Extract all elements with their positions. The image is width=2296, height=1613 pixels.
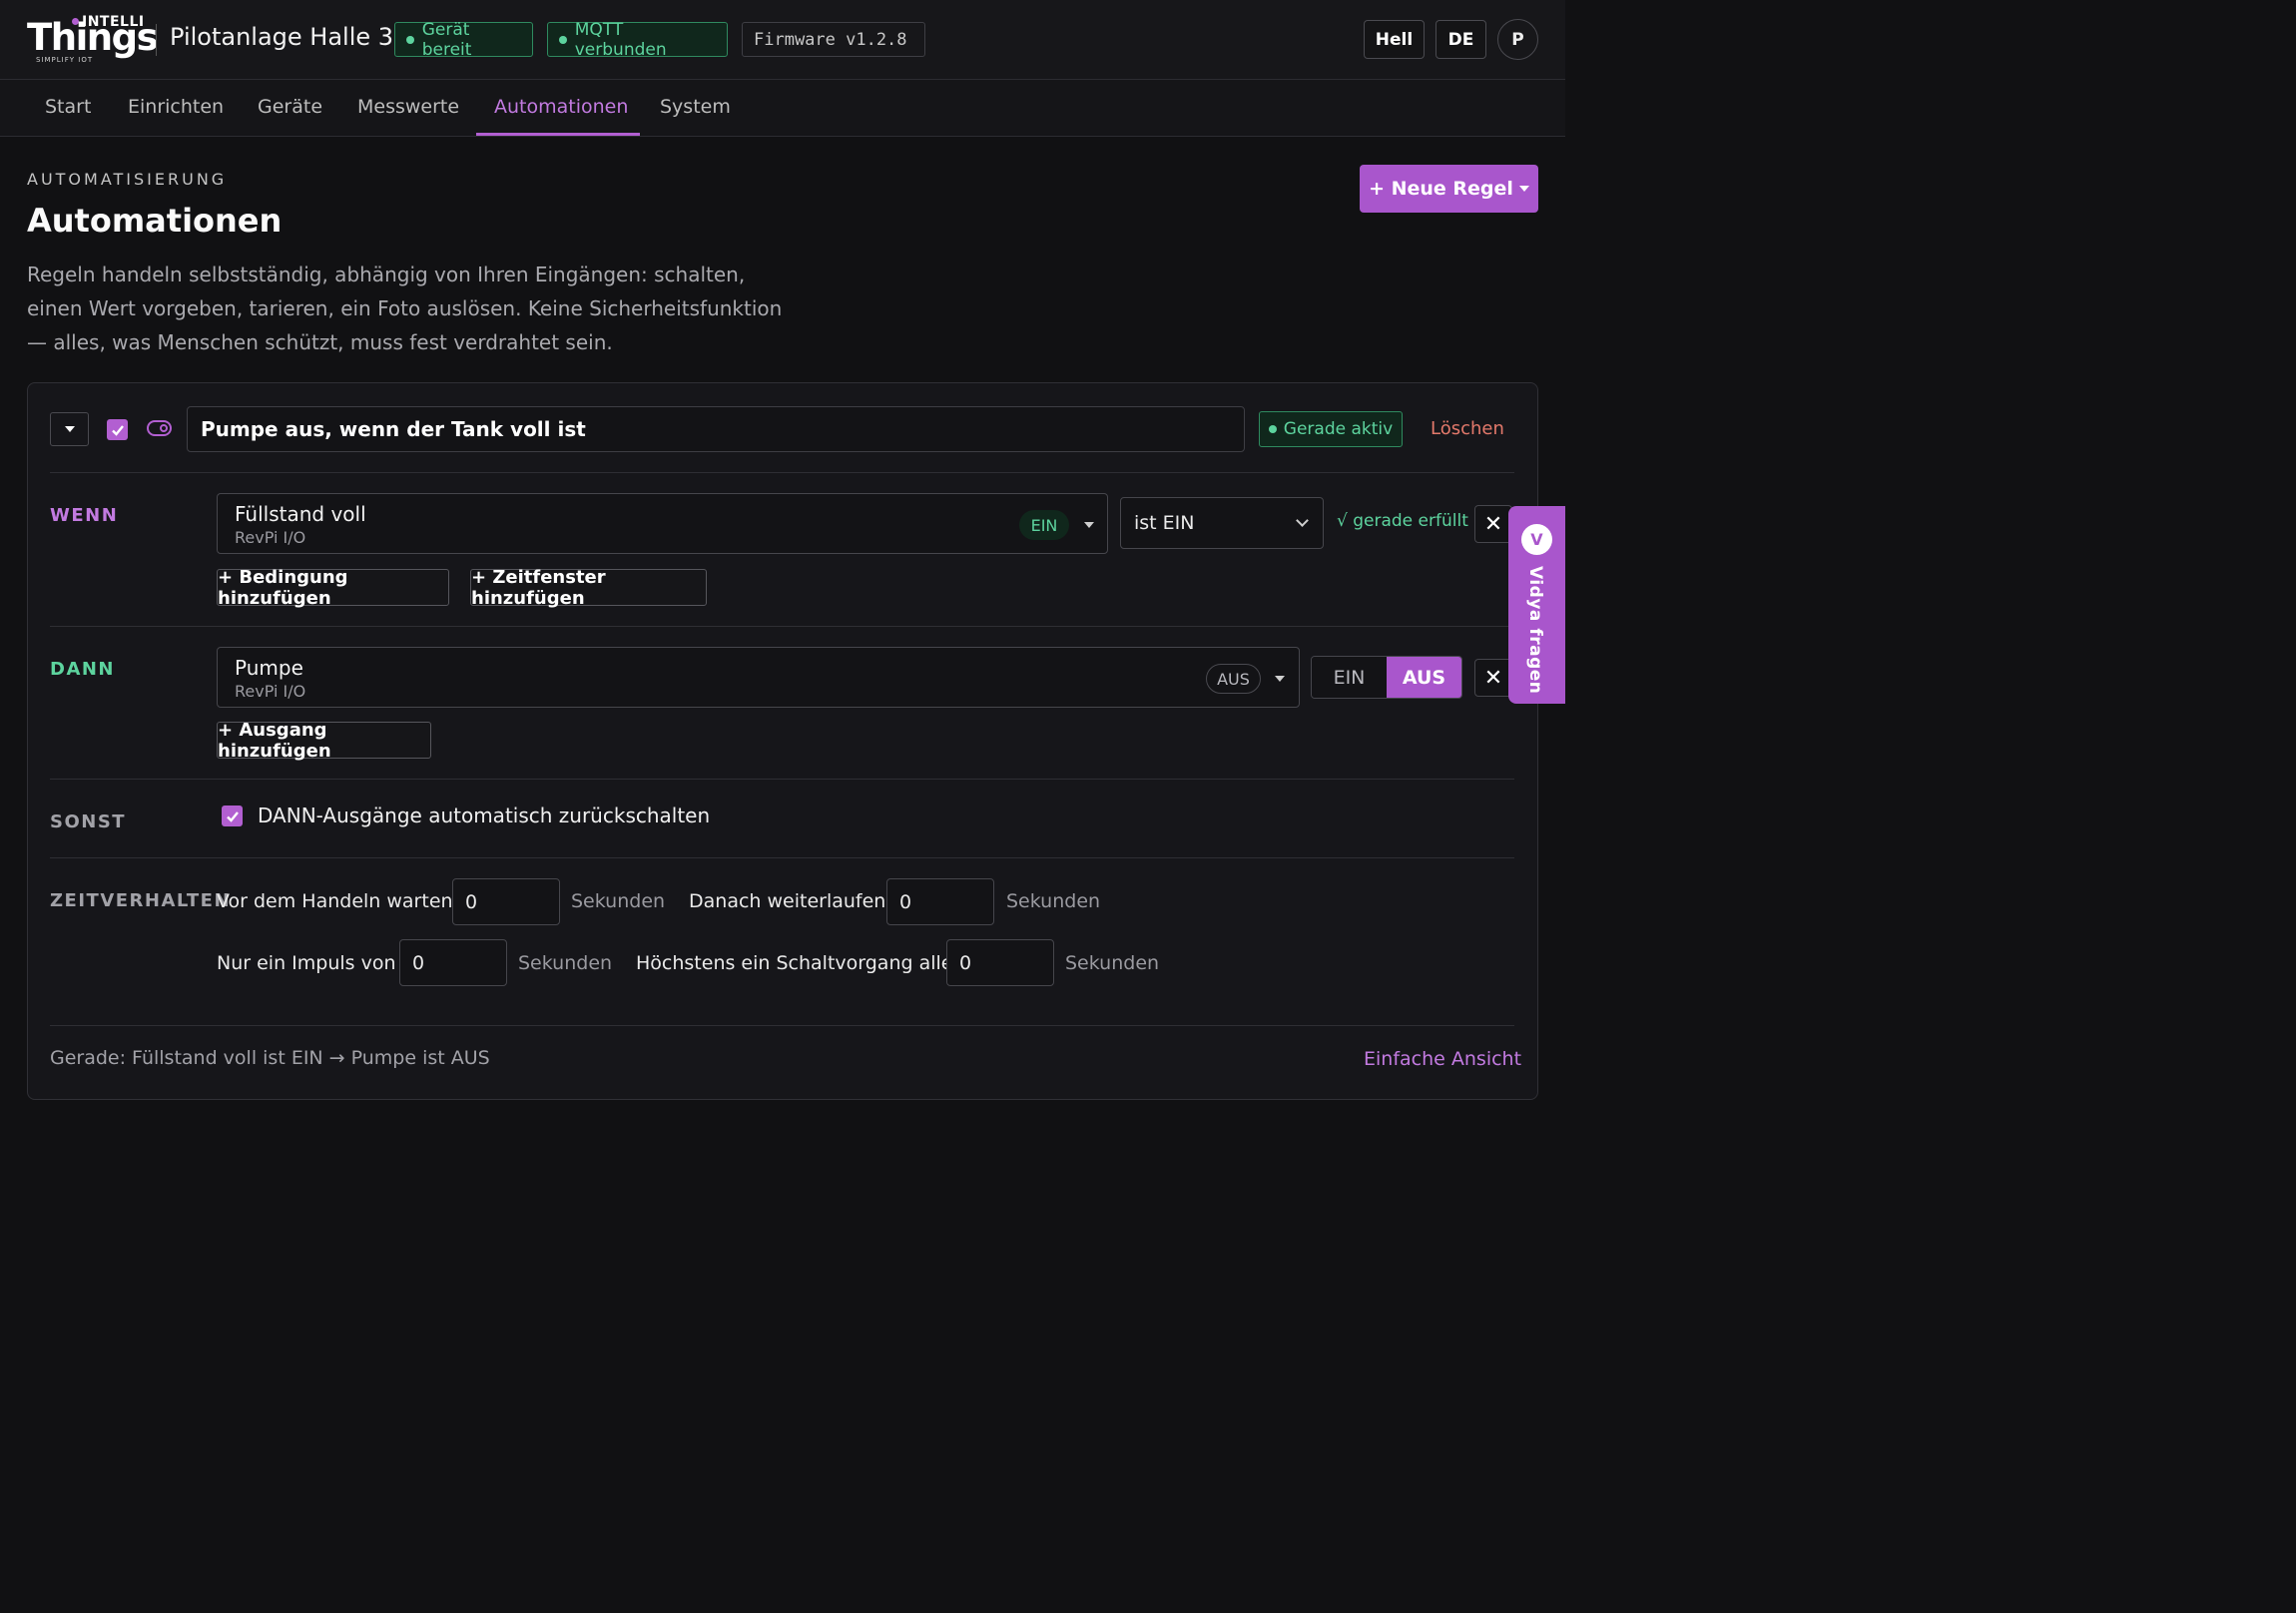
then-label: DANN bbox=[50, 659, 116, 680]
remove-condition-button[interactable]: ✕ bbox=[1474, 505, 1512, 543]
action-option-off[interactable]: AUS bbox=[1387, 657, 1461, 698]
check-icon bbox=[226, 810, 239, 822]
device-status-label: Gerät bereit bbox=[421, 19, 472, 60]
add-timewindow-button[interactable]: + Zeitfenster hinzufügen bbox=[470, 567, 707, 609]
condition-fulfilled-text: √ gerade erfüllt bbox=[1337, 511, 1468, 531]
pulse-input[interactable]: 0 bbox=[399, 939, 507, 986]
action-output-source: RevPi I/O bbox=[235, 682, 306, 701]
action-output-select[interactable]: Pumpe RevPi I/O AUS bbox=[217, 647, 1300, 708]
pulse-unit: Sekunden bbox=[518, 952, 613, 974]
chevron-down-icon bbox=[1518, 186, 1529, 192]
simple-view-link[interactable]: Einfache Ansicht bbox=[1364, 1048, 1521, 1070]
auto-reset-label: DANN-Ausgänge automatisch zurückschalten bbox=[258, 804, 711, 827]
wait-label: Vor dem Handeln warten bbox=[217, 890, 453, 912]
tab-geraete[interactable]: Geräte bbox=[258, 96, 322, 118]
auto-reset-checkbox[interactable] bbox=[222, 806, 243, 826]
action-state-segmented-control: EIN AUS bbox=[1311, 656, 1462, 699]
chevron-down-icon bbox=[1296, 514, 1309, 527]
language-button[interactable]: DE bbox=[1435, 20, 1486, 59]
user-avatar[interactable]: P bbox=[1497, 19, 1538, 60]
header-divider bbox=[156, 24, 157, 56]
rule-name-input[interactable]: Pumpe aus, wenn der Tank voll ist bbox=[187, 406, 1245, 452]
run-on-unit: Sekunden bbox=[1006, 890, 1101, 912]
condition-operator-select[interactable]: ist EIN bbox=[1120, 497, 1324, 549]
rule-enabled-toggle[interactable] bbox=[147, 420, 172, 436]
check-icon bbox=[111, 424, 124, 436]
theme-toggle-button[interactable]: Hell bbox=[1364, 20, 1425, 59]
main-nav: Start Einrichten Geräte Messwerte Automa… bbox=[0, 80, 1565, 137]
assistant-avatar-icon: V bbox=[1521, 524, 1552, 555]
wait-input[interactable]: 0 bbox=[452, 878, 560, 925]
tab-start[interactable]: Start bbox=[45, 96, 91, 118]
rule-status-label: Gerade aktiv bbox=[1283, 419, 1394, 439]
chevron-down-icon bbox=[1084, 522, 1094, 528]
logo-tagline: SIMPLIFY IOT bbox=[36, 56, 94, 64]
action-output-name: Pumpe bbox=[235, 656, 303, 680]
chevron-down-icon bbox=[64, 426, 75, 432]
rule-select-checkbox[interactable] bbox=[107, 419, 128, 440]
condition-operator-value: ist EIN bbox=[1134, 512, 1195, 534]
assistant-label: Vidya fragen bbox=[1525, 566, 1545, 695]
site-title: Pilotanlage Halle 3 bbox=[170, 23, 394, 51]
max-rate-input[interactable]: 0 bbox=[946, 939, 1054, 986]
condition-input-name: Füllstand voll bbox=[235, 502, 366, 526]
top-bar: INTELLI Things SIMPLIFY IOT Pilotanlage … bbox=[0, 0, 1565, 80]
condition-input-select[interactable]: Füllstand voll RevPi I/O EIN bbox=[217, 493, 1108, 554]
page-intro: Regeln handeln selbstständig, abhängig v… bbox=[27, 263, 783, 354]
status-dot-icon bbox=[559, 35, 567, 44]
remove-action-button[interactable]: ✕ bbox=[1474, 659, 1512, 697]
else-label: SONST bbox=[50, 811, 127, 832]
pulse-label: Nur ein Impuls von bbox=[217, 952, 396, 974]
run-on-input[interactable]: 0 bbox=[886, 878, 994, 925]
page-title: Automationen bbox=[27, 202, 283, 240]
wait-unit: Sekunden bbox=[571, 890, 666, 912]
divider bbox=[50, 857, 1514, 858]
tab-system[interactable]: System bbox=[660, 96, 731, 118]
condition-state-chip: EIN bbox=[1019, 510, 1069, 540]
action-option-on[interactable]: EIN bbox=[1312, 657, 1387, 698]
status-dot-icon bbox=[1268, 425, 1277, 433]
add-output-button[interactable]: + Ausgang hinzufügen bbox=[217, 720, 431, 762]
firmware-badge: Firmware v1.2.8 bbox=[742, 22, 925, 57]
divider bbox=[50, 472, 1514, 473]
device-status-badge: Gerät bereit bbox=[394, 19, 533, 60]
close-icon: ✕ bbox=[1483, 511, 1503, 537]
mqtt-status-label: MQTT verbunden bbox=[574, 19, 667, 60]
when-label: WENN bbox=[50, 505, 119, 526]
tab-messwerte[interactable]: Messwerte bbox=[357, 96, 459, 118]
new-rule-label: + Neue Regel bbox=[1369, 178, 1513, 200]
timing-label: ZEITVERHALTEN bbox=[50, 890, 232, 911]
run-on-label: Danach weiterlaufen bbox=[689, 890, 886, 912]
max-rate-label: Höchstens ein Schaltvorgang alle bbox=[636, 952, 953, 974]
rule-status-badge: Gerade aktiv bbox=[1259, 411, 1403, 447]
divider bbox=[50, 779, 1514, 780]
chevron-down-icon bbox=[1275, 676, 1285, 682]
new-rule-button[interactable]: + Neue Regel bbox=[1360, 165, 1538, 213]
action-state-chip: AUS bbox=[1206, 664, 1261, 694]
status-dot-icon bbox=[406, 35, 414, 44]
tab-automationen[interactable]: Automationen bbox=[494, 96, 628, 118]
add-condition-button[interactable]: + Bedingung hinzufügen bbox=[217, 567, 449, 609]
collapse-button[interactable] bbox=[50, 412, 89, 446]
close-icon: ✕ bbox=[1483, 665, 1503, 691]
assistant-tab[interactable]: V Vidya fragen bbox=[1508, 506, 1565, 704]
divider bbox=[50, 1025, 1514, 1026]
rule-current-status: Gerade: Füllstand voll ist EIN → Pumpe i… bbox=[50, 1047, 490, 1069]
mqtt-status-badge: MQTT verbunden bbox=[547, 19, 728, 60]
page-eyebrow: AUTOMATISIERUNG bbox=[27, 170, 228, 189]
logo-things[interactable]: Things bbox=[27, 16, 159, 60]
condition-input-source: RevPi I/O bbox=[235, 528, 306, 547]
divider bbox=[50, 626, 1514, 627]
tab-einrichten[interactable]: Einrichten bbox=[128, 96, 224, 118]
max-rate-unit: Sekunden bbox=[1065, 952, 1160, 974]
active-tab-indicator bbox=[476, 133, 640, 136]
delete-rule-button[interactable]: Löschen bbox=[1431, 418, 1504, 439]
